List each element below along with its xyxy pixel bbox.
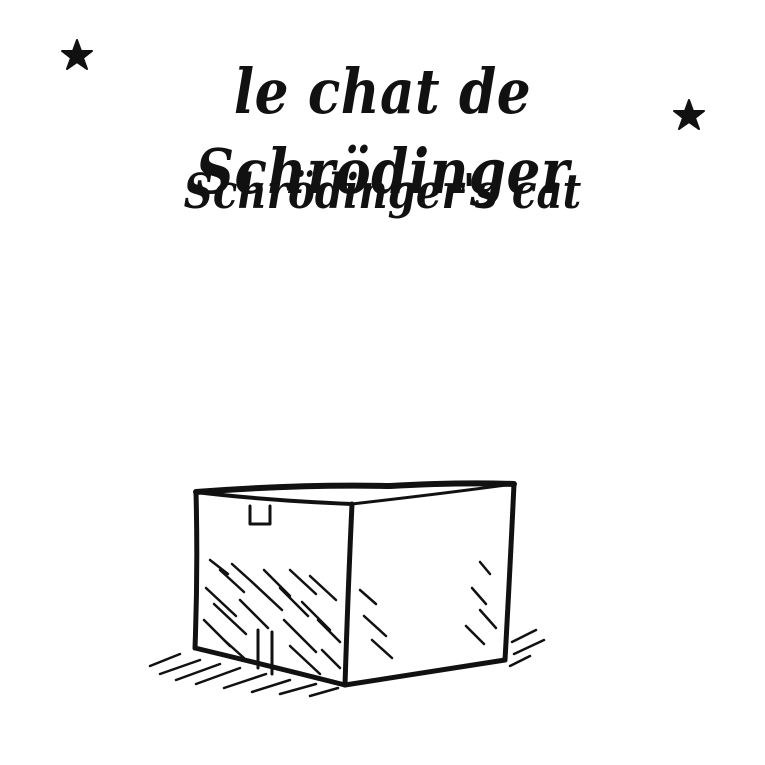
- page-subtitle: Schrödinger's cat: [183, 164, 582, 220]
- star-icon: [673, 99, 705, 130]
- illustration-canvas: le chat de Schrödinger Schrödinger's cat: [0, 0, 765, 765]
- cardboard-box-icon: [148, 480, 546, 698]
